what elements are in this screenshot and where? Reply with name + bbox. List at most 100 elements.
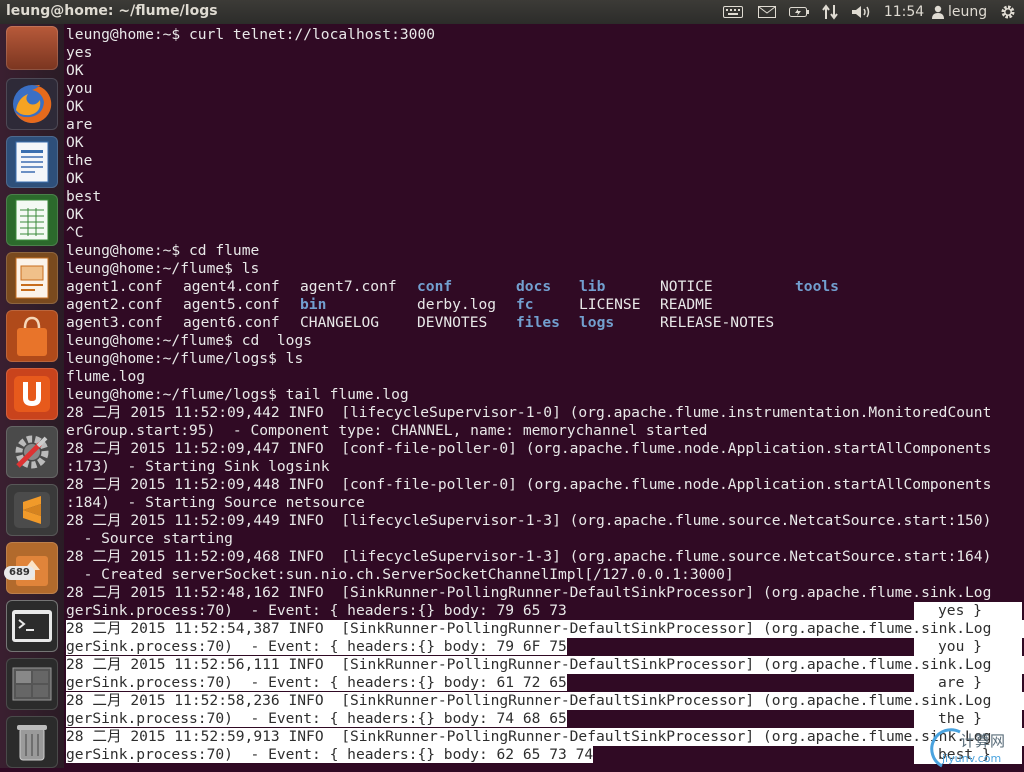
update-count-badge: 689 bbox=[4, 566, 35, 580]
workspace-icon bbox=[12, 667, 52, 701]
selected-log-line: 28 二月 2015 11:52:56,111 INFO [SinkRunner… bbox=[66, 656, 1024, 674]
window-title: leung@home: ~/flume/logs bbox=[6, 3, 218, 19]
watermark-logo: 计算网 jiyunv.com bbox=[920, 722, 1024, 768]
terminal-line: OK bbox=[66, 62, 84, 79]
ls-entry: RELEASE-NOTES bbox=[660, 314, 775, 331]
user-icon bbox=[932, 5, 944, 19]
log-line: 28 二月 2015 11:52:48,162 INFO [SinkRunner… bbox=[66, 584, 992, 601]
log-line: 28 二月 2015 11:52:09,448 INFO [conf-file-… bbox=[66, 476, 992, 493]
ls-entry: agent4.conf bbox=[183, 278, 280, 295]
user-menu[interactable]: leung bbox=[932, 3, 992, 21]
keyboard-indicator-icon[interactable] bbox=[722, 3, 744, 21]
terminal-line: leung@home:~/flume$ cd logs bbox=[66, 332, 313, 349]
software-center-button[interactable] bbox=[6, 310, 58, 362]
terminal-line: yes bbox=[66, 44, 93, 61]
gear-icon[interactable] bbox=[998, 3, 1018, 21]
dash-home-button[interactable] bbox=[6, 26, 58, 70]
selected-log-line: gerSink.process:70) - Event: { headers:{… bbox=[66, 638, 1024, 656]
log-line-text: gerSink.process:70) - Event: { headers:{… bbox=[66, 674, 567, 691]
terminal-line: leung@home:~/flume/logs$ ls bbox=[66, 350, 304, 367]
log-line: erGroup.start:95) - Component type: CHAN… bbox=[66, 422, 708, 439]
selected-log-line: gerSink.process:70) - Event: { headers:{… bbox=[66, 710, 1024, 728]
selected-log-line: 28 二月 2015 11:52:54,387 INFO [SinkRunner… bbox=[66, 620, 1024, 638]
sublime-text-button[interactable] bbox=[6, 484, 58, 536]
ls-entry: LICENSE bbox=[579, 296, 641, 313]
selected-log-line: gerSink.process:70) - Event: { headers:{… bbox=[66, 746, 1024, 764]
ls-entry: CHANGELOG bbox=[300, 314, 380, 331]
log-line: :184) - Starting Source netsource bbox=[66, 494, 365, 511]
ls-entry: agent6.conf bbox=[183, 314, 280, 331]
log-line: - Created serverSocket:sun.nio.ch.Server… bbox=[66, 566, 734, 583]
terminal-line: ^C bbox=[66, 224, 84, 241]
network-icon[interactable] bbox=[820, 3, 840, 21]
user-name: leung bbox=[948, 4, 988, 20]
firefox-icon bbox=[13, 84, 52, 123]
terminal-line: OK bbox=[66, 170, 84, 187]
selected-log-line: 28 二月 2015 11:52:58,236 INFO [SinkRunner… bbox=[66, 692, 1024, 710]
ls-entry: agent5.conf bbox=[183, 296, 280, 313]
ls-dir-entry: bin bbox=[300, 296, 327, 313]
ls-dir-entry: files bbox=[516, 314, 560, 331]
ls-dir-entry: docs bbox=[516, 278, 552, 295]
impress-button[interactable] bbox=[6, 252, 58, 304]
sublime-text-icon bbox=[14, 492, 50, 528]
log-line-text: gerSink.process:70) - Event: { headers:{… bbox=[66, 746, 594, 763]
terminal-line: flume.log bbox=[66, 368, 146, 385]
ls-dir-entry: tools bbox=[795, 278, 839, 295]
terminal-icon bbox=[12, 610, 52, 642]
terminal-line: leung@home:~$ cd flume bbox=[66, 242, 260, 259]
terminal-line: OK bbox=[66, 134, 84, 151]
log-line-text: gerSink.process:70) - Event: { headers:{… bbox=[66, 710, 567, 727]
log-line: 28 二月 2015 11:52:09,442 INFO [lifecycleS… bbox=[66, 404, 992, 421]
system-settings-button[interactable] bbox=[6, 426, 58, 478]
trash-button[interactable] bbox=[6, 716, 58, 768]
ls-entry: agent3.conf bbox=[66, 314, 163, 331]
ls-row: agent1.conf agent4.conf agent7.conf conf doc… bbox=[66, 278, 1024, 296]
terminal-line: the bbox=[66, 152, 93, 169]
ls-entry: agent7.conf bbox=[300, 278, 397, 295]
log-line: 28 二月 2015 11:52:09,447 INFO [conf-file-… bbox=[66, 440, 992, 457]
impress-icon bbox=[15, 257, 49, 299]
volume-icon[interactable] bbox=[850, 3, 874, 21]
shopping-bag-icon bbox=[17, 316, 47, 356]
watermark-text: 计算网 bbox=[960, 732, 1005, 750]
mail-icon[interactable] bbox=[756, 3, 778, 21]
log-line: :173) - Starting Sink logsink bbox=[66, 458, 330, 475]
ls-row: agent2.conf agent5.conf bin derby.log fc LICE… bbox=[66, 296, 1024, 314]
terminal-line: OK bbox=[66, 98, 84, 115]
ubuntu-one-icon bbox=[14, 376, 50, 412]
workspace-switcher-button[interactable] bbox=[6, 658, 58, 710]
ls-entry: agent1.conf bbox=[66, 278, 163, 295]
top-panel: leung@home: ~/flume/logs 11:54 leung bbox=[0, 0, 1024, 24]
selected-log-line: 28 二月 2015 11:52:59,913 INFO [SinkRunner… bbox=[66, 728, 1024, 746]
log-line: - Source starting bbox=[66, 530, 233, 547]
terminal-line: leung@home:~/flume$ ls bbox=[66, 260, 260, 277]
ls-dir-entry: fc bbox=[516, 296, 534, 313]
writer-button[interactable] bbox=[6, 136, 58, 188]
terminal-line: leung@home:~$ curl telnet://localhost:30… bbox=[66, 26, 436, 43]
watermark-subtext: jiyunv.com bbox=[941, 752, 1001, 765]
terminal-output[interactable]: leung@home:~$ curl telnet://localhost:30… bbox=[64, 24, 1024, 768]
terminal-button[interactable] bbox=[6, 600, 58, 652]
terminal-line: are bbox=[66, 116, 93, 133]
clock[interactable]: 11:54 bbox=[884, 3, 924, 21]
event-body-tail: yes } bbox=[914, 602, 1022, 620]
battery-icon[interactable] bbox=[788, 3, 810, 21]
log-line-text: gerSink.process:70) - Event: { headers:{… bbox=[66, 638, 567, 655]
calc-icon bbox=[15, 199, 49, 241]
settings-icon bbox=[15, 435, 49, 469]
terminal-line: OK bbox=[66, 206, 84, 223]
ls-row: agent3.conf agent6.conf CHANGELOG DEVNOTES f… bbox=[66, 314, 1024, 332]
firefox-button[interactable] bbox=[6, 78, 58, 130]
calc-button[interactable] bbox=[6, 194, 58, 246]
ls-entry: README bbox=[660, 296, 713, 313]
ubuntu-one-button[interactable] bbox=[6, 368, 58, 420]
log-line-text: gerSink.process:70) - Event: { headers:{… bbox=[66, 602, 567, 619]
event-body-tail: you } bbox=[914, 638, 1022, 656]
ls-entry: agent2.conf bbox=[66, 296, 163, 313]
trash-icon bbox=[17, 725, 47, 761]
terminal-line: best bbox=[66, 188, 102, 205]
ls-entry: derby.log bbox=[417, 296, 497, 313]
selected-log-line: gerSink.process:70) - Event: { headers:{… bbox=[66, 674, 1024, 692]
ls-dir-entry: conf bbox=[417, 278, 453, 295]
